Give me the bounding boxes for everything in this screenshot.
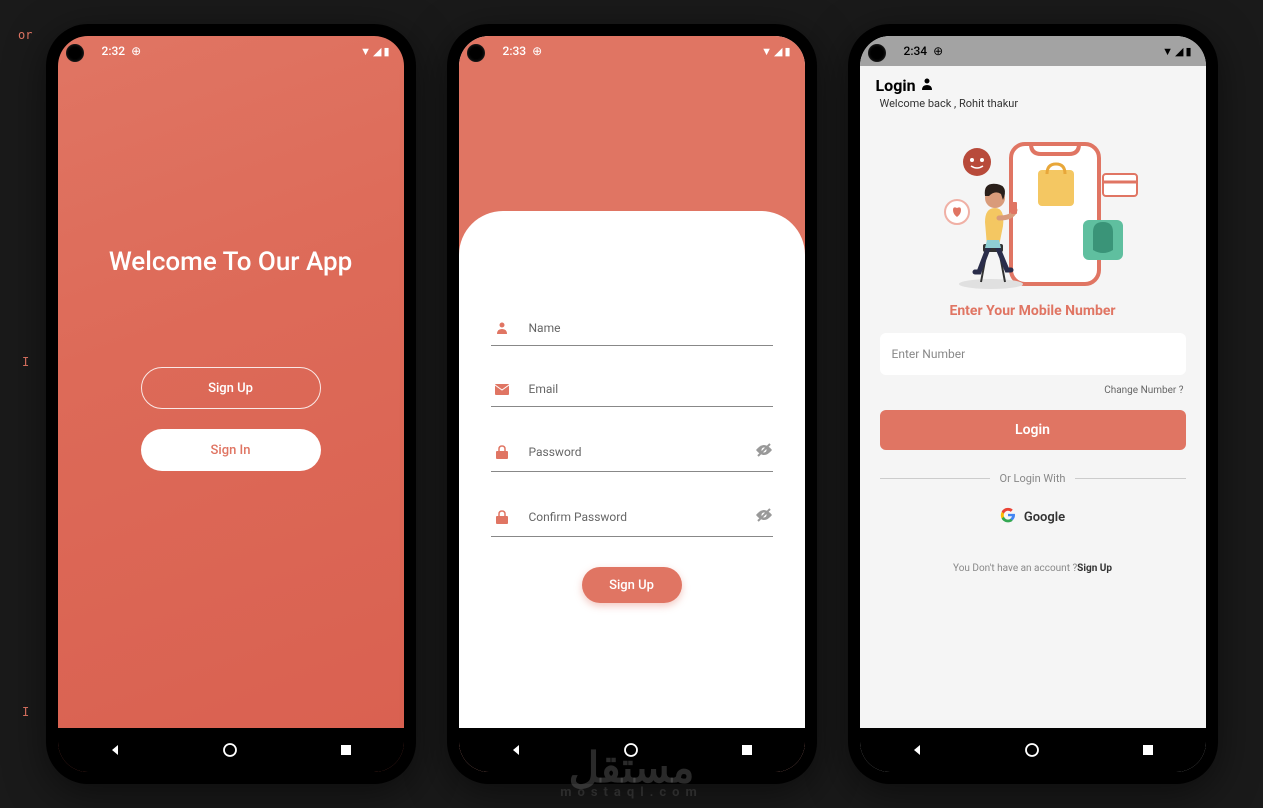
recent-nav-icon[interactable] — [738, 741, 756, 759]
signup-button[interactable]: Sign Up — [141, 367, 321, 409]
confirm-password-input[interactable]: Confirm Password — [529, 510, 755, 524]
signup-screen: 2:33 ⊕ ▼ ◢ ▮ Name Email — [459, 36, 805, 772]
phone-mockup-3: 2:34 ⊕ ▼ ◢ ▮ Login Welcome back , Rohit … — [848, 24, 1218, 784]
camera-hole — [66, 44, 84, 62]
google-label: Google — [1024, 510, 1065, 525]
battery-icon: ▮ — [383, 45, 389, 58]
status-time: 2:33 — [503, 44, 527, 58]
welcome-title: Welcome To Our App — [109, 247, 352, 277]
login-illustration — [860, 124, 1206, 299]
status-time: 2:34 — [904, 44, 928, 58]
person-icon — [920, 76, 934, 95]
lock-icon — [491, 510, 513, 524]
wifi-icon: ▼ — [360, 45, 371, 58]
signup-footer: You Don't have an account ?Sign Up — [860, 563, 1206, 574]
status-time: 2:32 — [102, 44, 126, 58]
signal-icon: ◢ — [774, 45, 782, 58]
signup-label: Sign Up — [609, 578, 654, 593]
location-icon: ⊕ — [131, 44, 141, 58]
back-nav-icon[interactable] — [908, 741, 926, 759]
divider-text: Or Login With — [990, 472, 1076, 485]
login-title: Login — [876, 76, 916, 95]
mobile-prompt: Enter Your Mobile Number — [860, 303, 1206, 319]
welcome-screen: 2:32 ⊕ ▼ ◢ ▮ Welcome To Our App Sign Up … — [58, 36, 404, 772]
signin-button[interactable]: Sign In — [141, 429, 321, 471]
location-icon: ⊕ — [933, 44, 943, 58]
wifi-icon: ▼ — [1162, 45, 1173, 58]
google-login-button[interactable]: Google — [860, 507, 1206, 527]
name-field-row: Name — [491, 311, 773, 346]
signal-icon: ◢ — [373, 45, 381, 58]
status-bar: 2:33 ⊕ ▼ ◢ ▮ — [459, 36, 805, 66]
phone-mockup-1: 2:32 ⊕ ▼ ◢ ▮ Welcome To Our App Sign Up … — [46, 24, 416, 784]
email-input[interactable]: Email — [529, 382, 773, 396]
email-icon — [491, 384, 513, 395]
camera-hole — [467, 44, 485, 62]
signal-icon: ◢ — [1175, 45, 1183, 58]
edge-text: I — [22, 355, 29, 369]
name-input[interactable]: Name — [529, 321, 773, 335]
email-field-row: Email — [491, 372, 773, 407]
battery-icon: ▮ — [784, 45, 790, 58]
back-nav-icon[interactable] — [507, 741, 525, 759]
or-divider: Or Login With — [880, 472, 1186, 485]
signin-label: Sign In — [211, 443, 251, 458]
android-nav-bar — [58, 728, 404, 772]
signup-submit-button[interactable]: Sign Up — [582, 567, 682, 603]
signup-label: Sign Up — [208, 381, 253, 396]
edge-text: or — [18, 28, 32, 42]
confirm-password-field-row: Confirm Password — [491, 498, 773, 537]
home-nav-icon[interactable] — [1023, 741, 1041, 759]
phone-mockup-2: 2:33 ⊕ ▼ ◢ ▮ Name Email — [447, 24, 817, 784]
login-label: Login — [1015, 422, 1050, 438]
welcome-message: Welcome back , Rohit thakur — [880, 97, 1190, 110]
home-nav-icon[interactable] — [622, 741, 640, 759]
password-field-row: Password — [491, 433, 773, 472]
change-number-link[interactable]: Change Number ? — [860, 385, 1184, 396]
status-bar: 2:32 ⊕ ▼ ◢ ▮ — [58, 36, 404, 66]
camera-hole — [868, 44, 886, 62]
recent-nav-icon[interactable] — [337, 741, 355, 759]
visibility-off-icon[interactable] — [755, 443, 773, 461]
login-button[interactable]: Login — [880, 410, 1186, 450]
person-icon — [491, 321, 513, 335]
android-nav-bar — [459, 728, 805, 772]
signup-form-card: Name Email Password Confirm Password — [459, 211, 805, 728]
recent-nav-icon[interactable] — [1139, 741, 1157, 759]
login-screen: 2:34 ⊕ ▼ ◢ ▮ Login Welcome back , Rohit … — [860, 36, 1206, 772]
location-icon: ⊕ — [532, 44, 542, 58]
password-input[interactable]: Password — [529, 445, 755, 459]
wifi-icon: ▼ — [761, 45, 772, 58]
battery-icon: ▮ — [1185, 45, 1191, 58]
login-header: Login Welcome back , Rohit thakur — [860, 66, 1206, 116]
back-nav-icon[interactable] — [106, 741, 124, 759]
home-nav-icon[interactable] — [221, 741, 239, 759]
footer-signup-link[interactable]: Sign Up — [1077, 563, 1112, 574]
footer-text: You Don't have an account ? — [953, 563, 1077, 574]
mobile-number-input[interactable]: Enter Number — [880, 333, 1186, 375]
status-bar: 2:34 ⊕ ▼ ◢ ▮ — [860, 36, 1206, 66]
google-icon — [1000, 507, 1016, 527]
visibility-off-icon[interactable] — [755, 508, 773, 526]
edge-text: I — [22, 705, 29, 719]
android-nav-bar — [860, 728, 1206, 772]
lock-icon — [491, 445, 513, 459]
